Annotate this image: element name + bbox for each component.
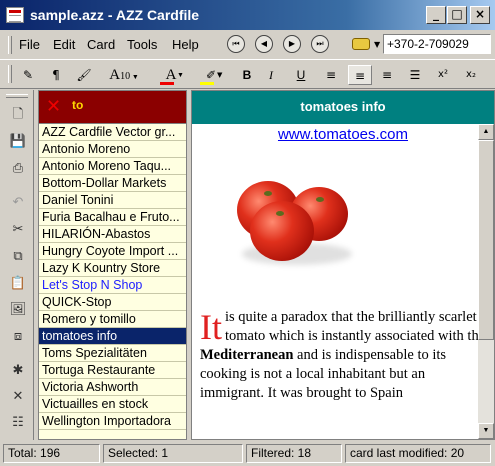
copy-icon[interactable]: ⧉ [9,248,27,266]
highlight-icon[interactable]: ✐ ▼ [196,65,226,85]
prev-card-icon[interactable]: ◀ [255,35,273,53]
list-item[interactable]: Antonio Moreno Taqu... [39,158,186,175]
align-left-icon[interactable]: ≡ [322,65,340,85]
grip [6,94,28,98]
list-item[interactable]: Daniel Tonini [39,192,186,209]
window-title: sample.azz - AZZ Cardfile [30,7,200,23]
drop-cap: It [200,307,222,347]
list-item[interactable]: Victoria Ashworth [39,379,186,396]
cut-icon[interactable]: ✂ [9,221,27,239]
print-icon[interactable]: ⎙ [9,160,27,178]
chevron-down-icon[interactable]: ▼ [374,40,380,49]
menu-tools[interactable]: Tools [127,37,157,52]
list-item[interactable]: Antonio Moreno [39,141,186,158]
first-card-icon[interactable]: ⏮ [227,35,245,53]
font-color-icon[interactable]: A ▼ [156,65,186,85]
close-button[interactable]: × [470,6,490,24]
format-painter-icon[interactable]: 🖌 [74,65,94,85]
list-item[interactable]: Tortuga Restaurante [39,362,186,379]
grip [8,65,12,83]
underline-button[interactable]: U [292,65,310,85]
menu-edit[interactable]: Edit [53,37,75,52]
menu-card[interactable]: Card [87,37,115,52]
delete-card-icon[interactable]: ✕ [9,388,27,406]
minimize-button[interactable]: _ [426,6,446,24]
card-list: ✕ to AZZ Cardfile Vector gr... Antonio Mo… [38,90,187,440]
phone-field[interactable]: +370-2-709029 [383,34,491,54]
list-item[interactable]: Let's Stop N Shop [39,277,186,294]
status-total: Total: 196 [3,444,100,463]
status-filtered: Filtered: 18 [246,444,342,463]
subscript-button[interactable]: x₂ [462,65,480,85]
new-card-icon[interactable]: 🗋 [9,106,27,124]
card-text[interactable]: It is quite a paradox that the brilliant… [192,308,494,403]
list-item[interactable]: tomatoes info [39,328,186,345]
side-toolbar: 🗋 💾 ⎙ ↶ ✂ ⧉ 📋 🖼 ⧈ ✱ ✕ ☷ [0,90,34,440]
align-right-icon[interactable]: ≡ [378,65,396,85]
phone-icon[interactable] [352,38,370,50]
filter-text[interactable]: to [72,98,83,112]
scroll-up-icon[interactable]: ▲ [478,124,494,140]
bullets-icon[interactable]: ☰ [406,65,424,85]
list-item[interactable]: Romero y tomillo [39,311,186,328]
list-item[interactable]: AZZ Cardfile Vector gr... [39,124,186,141]
undo-icon[interactable]: ↶ [9,194,27,212]
scroll-down-icon[interactable]: ▼ [478,423,494,439]
format-toolbar: ✎ ¶ 🖌 A10 ▼ A ▼ ✐ ▼ B I U ≡ ≡ ≡ ☰ x² x₂ [0,59,495,89]
grip [8,36,12,54]
clear-filter-icon[interactable]: ✕ [46,96,61,117]
app-icon [6,7,24,23]
menu-file[interactable]: File [19,37,40,52]
title-bar: sample.azz - AZZ Cardfile _ □ × [0,0,495,30]
card-url-link[interactable]: www.tomatoes.com [192,126,494,143]
new-card-icon[interactable]: ✱ [9,362,27,380]
status-bar: Total: 196 Selected: 1 Filtered: 18 card… [0,441,495,466]
font-size-dropdown[interactable]: A10 ▼ [104,65,144,85]
bold-button[interactable]: B [238,65,256,85]
last-card-icon[interactable]: ⏭ [311,35,329,53]
italic-button[interactable]: I [262,65,280,85]
list-item[interactable]: Wellington Importadora [39,413,186,430]
save-icon[interactable]: 💾 [9,133,27,151]
list-item[interactable]: Toms Spezialitäten [39,345,186,362]
card-title: tomatoes info [192,91,494,124]
card-view: tomatoes info www.tomatoes.com It is qui… [191,90,495,440]
scroll-thumb[interactable] [478,140,494,340]
list-item[interactable]: Lazy K Kountry Store [39,260,186,277]
list-item[interactable]: QUICK-Stop [39,294,186,311]
paste-icon[interactable]: 📋 [9,275,27,293]
list-item[interactable]: HILARIÓN-Abastos [39,226,186,243]
list-search-header: ✕ to [39,91,186,124]
properties-icon[interactable]: ☷ [9,414,27,432]
status-modified: card last modified: 20 [345,444,491,463]
vertical-scrollbar[interactable]: ▲ ▼ [478,124,494,439]
insert-picture-icon[interactable]: 🖼 [9,301,27,319]
tomatoes-image [192,143,494,308]
insert-object-icon[interactable]: ⧈ [9,328,27,346]
list-item[interactable]: Bottom-Dollar Markets [39,175,186,192]
next-card-icon[interactable]: ▶ [283,35,301,53]
superscript-button[interactable]: x² [434,65,452,85]
spellcheck-icon[interactable]: ✎ [18,65,38,85]
font-icon: A [109,67,121,83]
list-item[interactable]: Victuailles en stock [39,396,186,413]
status-selected: Selected: 1 [103,444,243,463]
maximize-button[interactable]: □ [447,6,467,24]
list-item[interactable]: Hungry Coyote Import ... [39,243,186,260]
paragraph-icon[interactable]: ¶ [46,65,66,85]
list-item[interactable]: Furia Bacalhau e Fruto... [39,209,186,226]
list-items: AZZ Cardfile Vector gr... Antonio Moreno A… [39,124,186,430]
align-center-icon[interactable]: ≡ [348,65,372,85]
menu-help[interactable]: Help [172,37,199,52]
font-size-value: 10 [120,71,131,82]
